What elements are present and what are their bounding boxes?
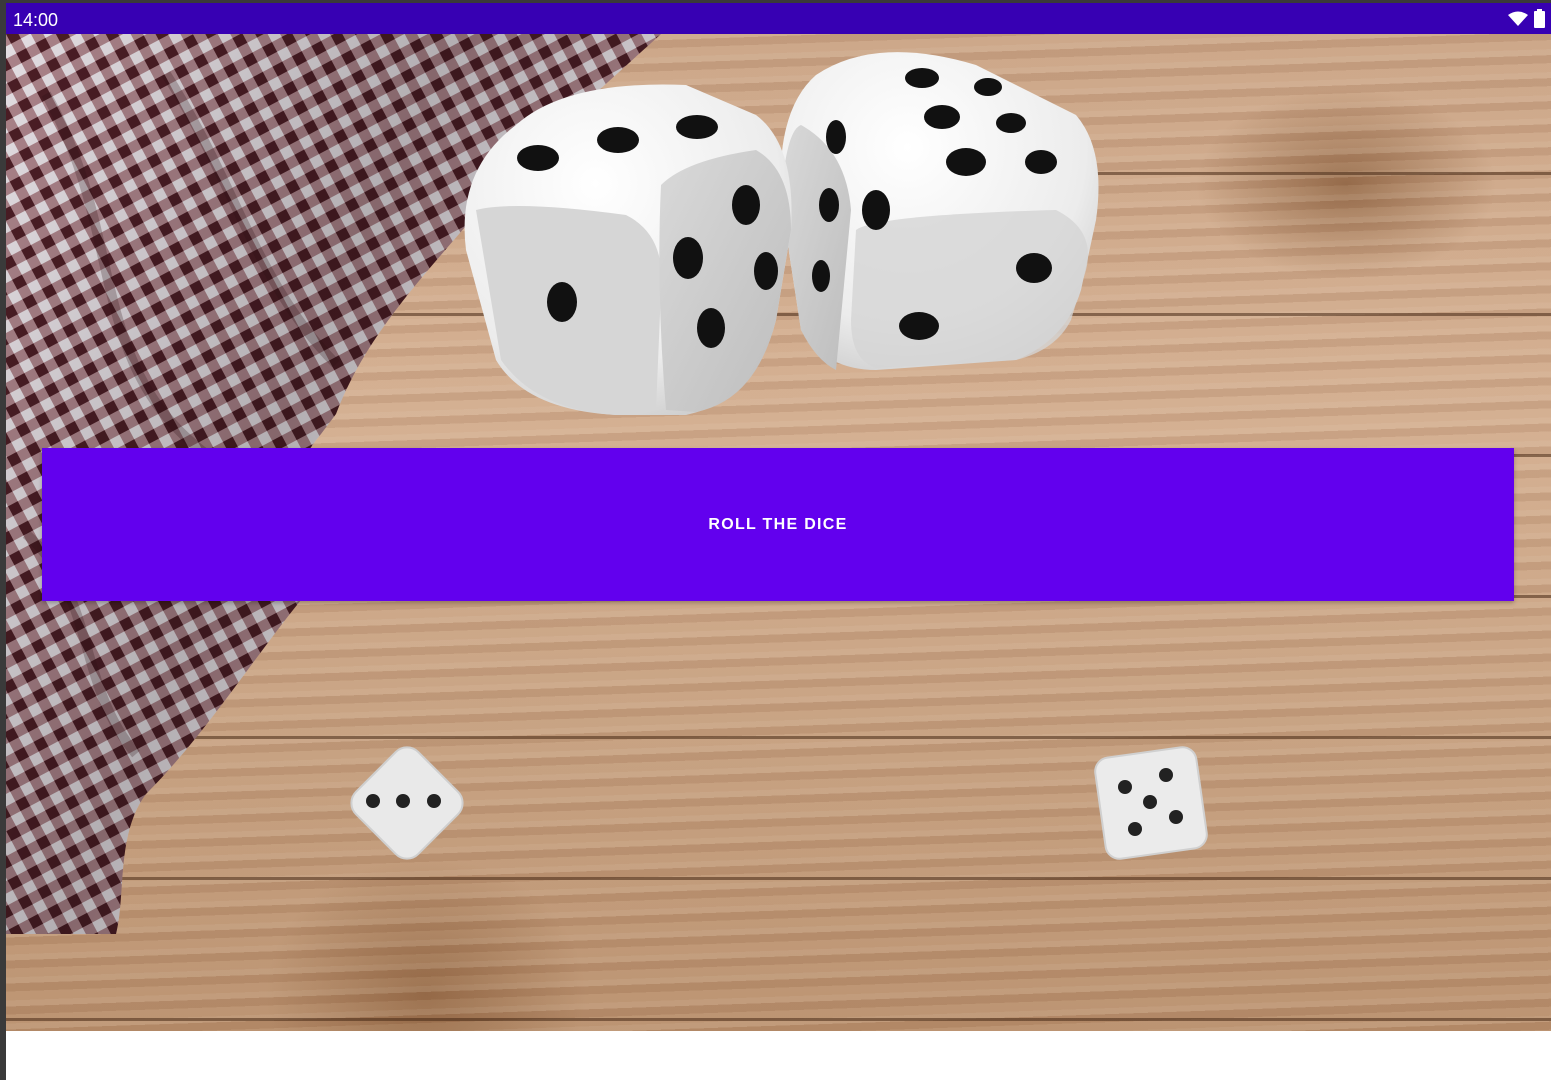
large-die-left <box>464 84 792 415</box>
battery-icon <box>1534 9 1545 28</box>
status-bar: 14:00 <box>6 3 1551 34</box>
dice-header-image <box>464 52 1099 415</box>
left-die-image <box>350 746 464 860</box>
status-time: 14:00 <box>13 10 59 30</box>
roll-dice-button[interactable]: ROLL THE DICE <box>42 448 1514 601</box>
device-screen: 14:00 ROLL THE DICE <box>6 3 1551 1080</box>
large-die-right <box>780 52 1099 371</box>
right-die-image <box>1094 746 1208 860</box>
status-icons <box>1508 9 1545 28</box>
app-background: ROLL THE DICE <box>6 34 1551 1031</box>
bottom-blank-area <box>6 1031 1551 1080</box>
wifi-icon <box>1508 11 1528 26</box>
